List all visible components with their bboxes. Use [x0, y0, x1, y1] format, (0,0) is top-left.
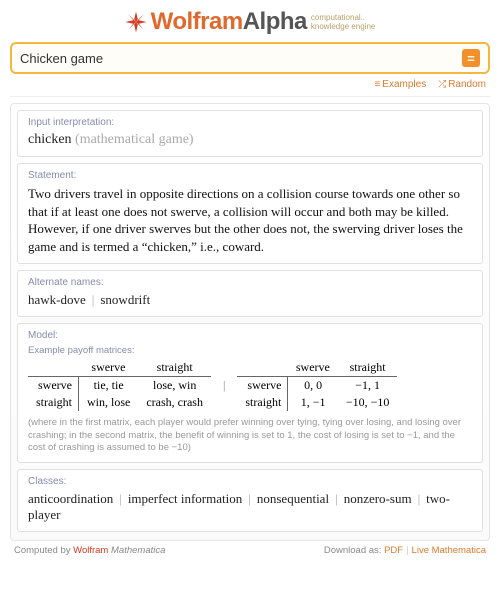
class-item: anticoordination: [28, 491, 113, 506]
content-area: Input interpretation: chicken (mathemati…: [10, 103, 490, 541]
download-label: Download as:: [324, 545, 382, 556]
pod-classes: Classes: anticoordination|imperfect info…: [17, 469, 483, 532]
payoff-cell: crash, crash: [138, 394, 211, 411]
pod-title: Classes:: [28, 476, 472, 487]
payoff-cell: 0, 0: [288, 377, 338, 395]
class-item: nonzero-sum: [344, 491, 412, 506]
search-input[interactable]: [20, 51, 462, 66]
separator: |: [86, 292, 101, 307]
alt-name: hawk-dove: [28, 292, 86, 307]
divider: [10, 96, 490, 97]
pod-alternate-names: Alternate names: hawk-dove|snowdrift: [17, 270, 483, 317]
row-header: swerve: [28, 377, 79, 395]
payoff-cell: 1, −1: [288, 394, 338, 411]
separator: |: [113, 491, 128, 506]
interp-term: chicken: [28, 132, 72, 147]
mathematica-word: Mathematica: [111, 545, 165, 556]
logo-row: WolframAlpha computational.. knowledge e…: [10, 6, 490, 42]
wolfram-word: Wolfram: [73, 545, 108, 556]
logo-word-alpha: Alpha: [243, 8, 307, 35]
computed-by-label: Computed by: [14, 545, 71, 556]
pod-title: Alternate names:: [28, 277, 472, 288]
download-pdf-link[interactable]: PDF: [384, 545, 403, 556]
logo-word-wolfram: Wolfram: [151, 8, 243, 35]
random-label: Random: [448, 79, 486, 90]
pod-input-interpretation: Input interpretation: chicken (mathemati…: [17, 110, 483, 157]
pod-statement: Statement: Two drivers travel in opposit…: [17, 163, 483, 264]
payoff-cell: lose, win: [138, 377, 211, 395]
tagline-line2: knowledge engine: [311, 22, 376, 31]
pod-title: Statement:: [28, 170, 472, 181]
logo-tagline: computational.. knowledge engine: [311, 14, 376, 32]
random-link[interactable]: ⤮Random: [438, 79, 486, 90]
model-note: (where in the first matrix, each player …: [28, 417, 472, 454]
computed-by: Computed by Wolfram Mathematica: [14, 545, 165, 556]
pod-title: Input interpretation:: [28, 117, 472, 128]
spikey-icon: [125, 11, 147, 33]
tagline-line1: computational..: [311, 13, 365, 22]
statement-text: Two drivers travel in opposite direction…: [28, 185, 472, 255]
interp-line: chicken (mathematical game): [28, 132, 472, 148]
page-root: WolframAlpha computational.. knowledge e…: [0, 0, 500, 598]
payoff-cell: win, lose: [79, 394, 139, 411]
grid-icon: ≡: [374, 79, 380, 90]
search-go-button[interactable]: =: [462, 49, 480, 67]
separator: |: [329, 491, 344, 506]
examples-link[interactable]: ≡Examples: [374, 79, 426, 90]
row-header: straight: [237, 394, 288, 411]
pod-model: Model: Example payoff matrices: swerve s…: [17, 323, 483, 463]
interp-paren: (mathematical game): [75, 132, 194, 147]
payoff-matrix-a: swerve straight swerve tie, tie lose, wi…: [28, 359, 211, 411]
classes-line: anticoordination|imperfect information|n…: [28, 491, 472, 523]
download-links: Download as: PDF|Live Mathematica: [324, 545, 486, 556]
separator: |: [242, 491, 257, 506]
col-header: straight: [138, 359, 211, 377]
payoff-cell: −1, 1: [338, 377, 398, 395]
col-header: swerve: [288, 359, 338, 377]
shuffle-icon: ⤮: [438, 79, 446, 90]
separator: |: [412, 491, 427, 506]
payoff-matrix-b: swerve straight swerve 0, 0 −1, 1 straig…: [237, 359, 397, 411]
row-header: straight: [28, 394, 79, 411]
search-bar: =: [10, 42, 490, 74]
col-header: swerve: [79, 359, 139, 377]
sub-links: ≡Examples ⤮Random: [10, 74, 490, 94]
payoff-cell: −10, −10: [338, 394, 398, 411]
alt-names-line: hawk-dove|snowdrift: [28, 292, 472, 308]
col-header: straight: [338, 359, 398, 377]
payoff-cell: tie, tie: [79, 377, 139, 395]
class-item: imperfect information: [128, 491, 242, 506]
row-header: swerve: [237, 377, 288, 395]
matrices-row: swerve straight swerve tie, tie lose, wi…: [28, 359, 472, 411]
examples-label: Examples: [382, 79, 426, 90]
logo-text: WolframAlpha: [151, 8, 307, 36]
footer: Computed by Wolfram Mathematica Download…: [10, 541, 490, 562]
download-live-link[interactable]: Live Mathematica: [412, 545, 486, 556]
equals-icon: =: [467, 51, 475, 66]
separator: |: [403, 545, 411, 556]
matrix-divider: |: [221, 378, 227, 393]
class-item: nonsequential: [257, 491, 329, 506]
pod-subtitle: Example payoff matrices:: [28, 345, 472, 356]
pod-title: Model:: [28, 330, 472, 341]
alt-name: snowdrift: [100, 292, 150, 307]
